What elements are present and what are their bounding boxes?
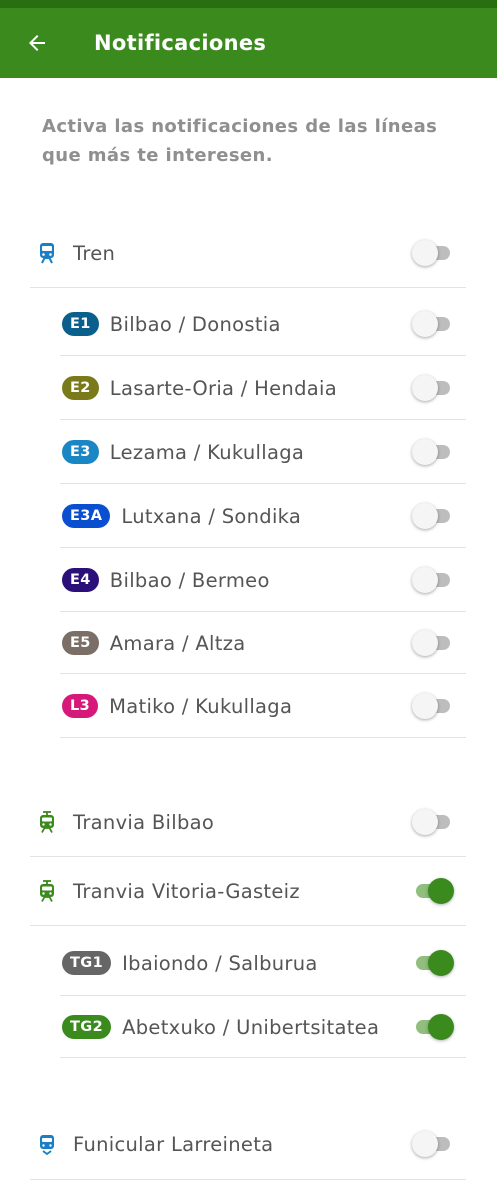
line-badge: TG1 bbox=[62, 951, 112, 975]
toggle-switch[interactable] bbox=[412, 808, 452, 836]
line-badge: TG2 bbox=[62, 1015, 112, 1039]
line-row-e3[interactable]: E3 Lezama / Kukullaga bbox=[30, 420, 466, 484]
page-title: Notificaciones bbox=[94, 31, 267, 55]
back-button[interactable] bbox=[18, 24, 56, 62]
line-row-tg2[interactable]: TG2 Abetxuko / Unibertsitatea bbox=[30, 996, 466, 1058]
line-badge: E2 bbox=[62, 376, 99, 400]
toggle-switch[interactable] bbox=[412, 692, 452, 720]
toggle-switch[interactable] bbox=[412, 1130, 452, 1158]
line-row-tg1[interactable]: TG1 Ibaiondo / Salburua bbox=[30, 930, 466, 996]
divider bbox=[30, 287, 466, 288]
category-label: Tranvia Bilbao bbox=[73, 810, 215, 834]
toggle-switch[interactable] bbox=[412, 438, 452, 466]
line-badge: E3 bbox=[62, 440, 99, 464]
toggle-switch[interactable] bbox=[412, 877, 454, 905]
category-label: Tranvia Vitoria-Gasteiz bbox=[73, 879, 300, 903]
toggle-switch[interactable] bbox=[412, 566, 452, 594]
funicular-icon bbox=[40, 1135, 54, 1155]
line-row-e4[interactable]: E4 Bilbao / Bermeo bbox=[30, 548, 466, 612]
line-label: Matiko / Kukullaga bbox=[109, 694, 293, 718]
toggle-switch[interactable] bbox=[412, 949, 454, 977]
line-badge: E3A bbox=[62, 504, 111, 528]
category-row-tranvia-vitoria[interactable]: Tranvia Vitoria-Gasteiz bbox=[30, 856, 466, 926]
divider bbox=[60, 1057, 466, 1058]
divider bbox=[30, 1179, 466, 1180]
app-bar: Notificaciones bbox=[0, 8, 497, 78]
toggle-switch[interactable] bbox=[412, 239, 452, 267]
line-label: Lutxana / Sondika bbox=[121, 504, 302, 528]
toggle-switch[interactable] bbox=[412, 629, 452, 657]
line-row-e5[interactable]: E5 Amara / Altza bbox=[30, 612, 466, 674]
line-label: Bilbao / Donostia bbox=[109, 312, 281, 336]
divider bbox=[30, 856, 466, 857]
tram-icon bbox=[40, 880, 54, 902]
line-badge: E5 bbox=[62, 631, 99, 655]
category-label: Funicular Larreineta bbox=[73, 1132, 274, 1156]
line-label: Amara / Altza bbox=[109, 631, 246, 655]
category-row-tren[interactable]: Tren bbox=[30, 218, 466, 288]
line-label: Bilbao / Bermeo bbox=[109, 568, 270, 592]
toggle-switch[interactable] bbox=[412, 1013, 454, 1041]
divider bbox=[60, 737, 466, 738]
line-badge: E4 bbox=[62, 568, 99, 592]
toggle-switch[interactable] bbox=[412, 310, 452, 338]
toggle-switch[interactable] bbox=[412, 502, 452, 530]
tram-icon bbox=[40, 811, 54, 833]
line-label: Abetxuko / Unibertsitatea bbox=[122, 1015, 380, 1039]
divider bbox=[30, 925, 466, 926]
line-row-e1[interactable]: E1 Bilbao / Donostia bbox=[30, 292, 466, 356]
intro-text: Activa las notificaciones de las líneas … bbox=[42, 116, 438, 166]
line-row-e2[interactable]: E2 Lasarte-Oria / Hendaia bbox=[30, 356, 466, 420]
toggle-switch[interactable] bbox=[412, 374, 452, 402]
arrow-left-icon bbox=[29, 35, 45, 51]
line-label: Lasarte-Oria / Hendaia bbox=[109, 376, 337, 400]
line-badge: E1 bbox=[62, 312, 99, 336]
line-badge: L3 bbox=[62, 694, 99, 718]
category-label: Tren bbox=[73, 241, 116, 265]
line-label: Ibaiondo / Salburua bbox=[122, 951, 318, 975]
line-label: Lezama / Kukullaga bbox=[109, 440, 305, 464]
line-row-e3a[interactable]: E3A Lutxana / Sondika bbox=[30, 484, 466, 548]
line-row-l3[interactable]: L3 Matiko / Kukullaga bbox=[30, 674, 466, 738]
category-row-tranvia-bilbao[interactable]: Tranvia Bilbao bbox=[30, 788, 466, 856]
category-row-funicular[interactable]: Funicular Larreineta bbox=[30, 1108, 466, 1180]
status-bar bbox=[0, 0, 497, 8]
train-icon bbox=[40, 243, 54, 264]
